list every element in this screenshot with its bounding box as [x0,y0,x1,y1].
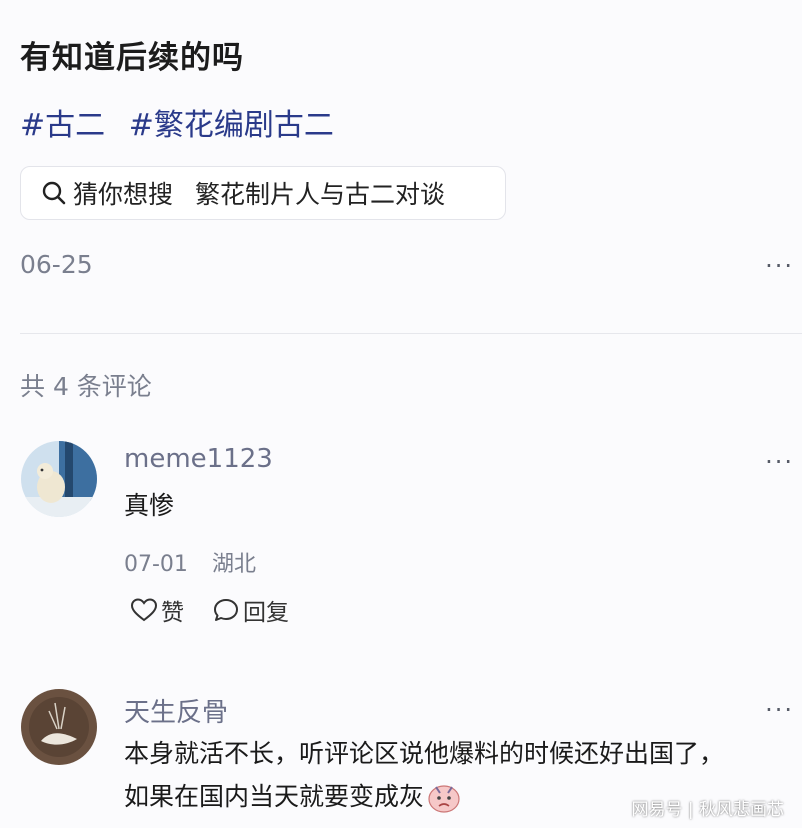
divider [20,333,802,334]
like-button[interactable]: 赞 [130,593,184,627]
avatar-image-polar-bear [21,441,97,517]
search-prefix: 猜你想搜 [73,180,174,209]
comment-username[interactable]: meme1123 [124,444,273,474]
avatar-image-dark-art [21,689,97,765]
search-query: 繁花制片人与古二对谈 [195,180,446,209]
reply-label: 回复 [243,600,289,626]
comment-date: 07-01 [124,552,188,577]
post-date: 06-25 [20,250,93,279]
tag-list: #古二 #繁花编剧古二 [20,100,348,144]
reply-bubble-icon [214,599,238,621]
watermark: 网易号 | 秋风悲画芯 [631,800,784,820]
like-label: 赞 [161,600,184,626]
sad-face-emoji-icon [428,784,460,813]
reply-button[interactable]: 回复 [212,593,289,627]
post-title: 有知道后续的吗 [20,40,244,76]
comment-text: 真惨 [124,491,175,520]
suggested-search-chip[interactable]: 猜你想搜 繁花制片人与古二对谈 [20,166,506,220]
comment-username[interactable]: 天生反骨 [124,692,228,729]
comment-text-line-1: 本身就活不长，听评论区说他爆料的时候还好出国了， [124,739,725,768]
tag-fanhua-writer[interactable]: #繁花编剧古二 [129,108,334,143]
search-icon [42,181,66,205]
comment-location: 湖北 [211,552,256,577]
tag-gu-er[interactable]: #古二 [20,108,105,143]
comment-more-button[interactable]: ··· [765,696,794,724]
post-more-button[interactable]: ··· [765,252,794,280]
heart-icon [130,598,158,622]
avatar[interactable] [21,689,97,765]
comment-meta: 07-01 湖北 [124,546,256,578]
comment-more-button[interactable]: ··· [765,448,794,476]
comment-count: 共 4 条评论 [20,372,152,401]
comment-text-line-2: 如果在国内当天就要变成灰 [124,782,425,811]
avatar[interactable] [21,441,97,517]
comment-actions: 赞 回复 [130,593,289,627]
